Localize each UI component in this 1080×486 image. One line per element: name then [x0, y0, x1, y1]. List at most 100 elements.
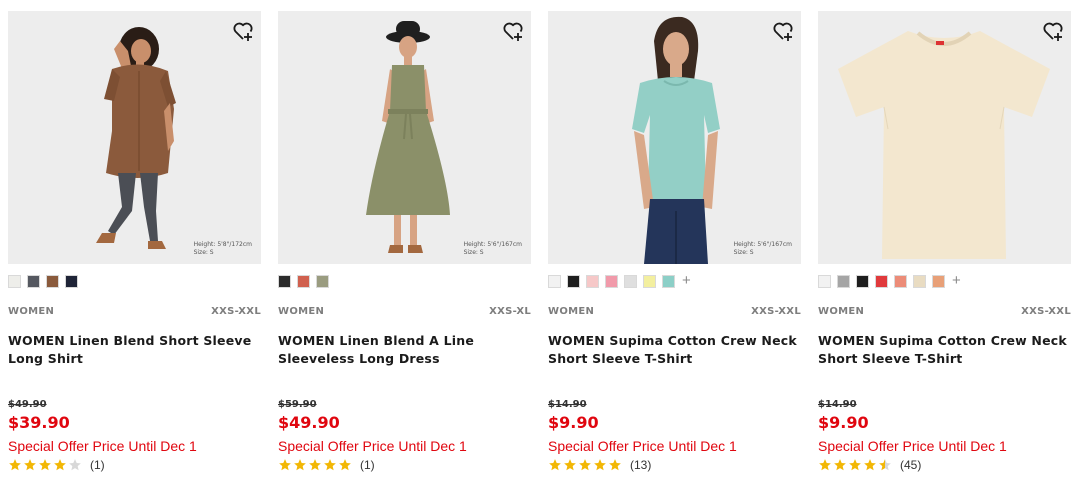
rating[interactable]: (13) [548, 457, 651, 473]
color-swatch[interactable] [894, 274, 907, 288]
special-offer-text: Special Offer Price Until Dec 1 [818, 438, 1007, 454]
model-photo-crew-tshirt [548, 11, 801, 264]
color-swatches: + [548, 273, 691, 288]
sale-price: $9.90 [548, 413, 599, 432]
special-offer-text: Special Offer Price Until Dec 1 [548, 438, 737, 454]
original-price: $59.90 [278, 399, 317, 410]
gender-label: WOMEN [548, 306, 595, 317]
product-title[interactable]: WOMEN Linen Blend Short Sleeve Long Shir… [8, 332, 261, 368]
special-offer-text: Special Offer Price Until Dec 1 [278, 438, 467, 454]
star-icon [279, 459, 291, 471]
color-swatch[interactable] [856, 274, 869, 288]
color-swatch[interactable] [548, 274, 561, 288]
more-colors-icon[interactable]: + [952, 273, 961, 288]
color-swatch[interactable] [643, 274, 656, 288]
star-rating [278, 458, 353, 472]
model-measurements: Height: 5'6"/167cm Size: S [464, 241, 522, 257]
color-swatch[interactable] [913, 274, 926, 288]
rating[interactable]: (1) [8, 457, 105, 473]
star-icon [9, 459, 21, 471]
special-offer-text: Special Offer Price Until Dec 1 [8, 438, 197, 454]
original-price: $49.90 [8, 399, 47, 410]
star-rating [8, 458, 83, 472]
product-card[interactable]: + WOMEN XXS-XXL WOMEN Supima Cotton Crew… [818, 11, 1071, 481]
size-range: XXS-XXL [211, 306, 261, 317]
color-swatch[interactable] [818, 274, 831, 288]
heart-plus-icon[interactable] [771, 19, 795, 43]
model-photo-linen-shirt [8, 11, 261, 264]
color-swatch[interactable] [27, 274, 40, 288]
color-swatch[interactable] [8, 274, 21, 288]
color-swatches [8, 274, 84, 288]
model-photo-linen-dress [278, 11, 531, 264]
color-swatch[interactable] [586, 274, 599, 288]
star-icon [324, 459, 336, 471]
color-swatch[interactable] [297, 274, 310, 288]
review-count: (1) [90, 458, 105, 472]
color-swatch[interactable] [567, 274, 580, 288]
product-image[interactable] [818, 11, 1071, 264]
star-icon [339, 459, 351, 471]
rating[interactable]: (45) [818, 457, 921, 473]
star-icon [819, 459, 831, 471]
star-icon [54, 459, 66, 471]
sale-price: $39.90 [8, 413, 70, 432]
color-swatch[interactable] [662, 274, 675, 288]
model-measurements: Height: 5'6"/167cm Size: S [734, 241, 792, 257]
model-height: Height: 5'6"/167cm [463, 241, 522, 248]
product-image[interactable]: Height: 5'6"/167cm Size: S [548, 11, 801, 264]
color-swatch[interactable] [624, 274, 637, 288]
more-colors-icon[interactable]: + [682, 273, 691, 288]
flat-photo-crew-tshirt [818, 11, 1071, 264]
star-icon [849, 459, 861, 471]
color-swatches: + [818, 273, 961, 288]
star-icon [594, 459, 606, 471]
product-card[interactable]: Height: 5'6"/167cm Size: S WOMEN XXS-XL … [278, 11, 531, 481]
star-icon [39, 459, 51, 471]
sale-price: $9.90 [818, 413, 869, 432]
color-swatch[interactable] [65, 274, 78, 288]
model-measurements: Height: 5'8"/172cm Size: S [194, 241, 252, 257]
star-icon [879, 459, 891, 471]
star-icon [579, 459, 591, 471]
color-swatches [278, 274, 335, 288]
star-icon [309, 459, 321, 471]
size-range: XXS-XXL [751, 306, 801, 317]
product-title[interactable]: WOMEN Supima Cotton Crew Neck Short Slee… [818, 332, 1071, 368]
product-grid: Height: 5'8"/172cm Size: S WOMEN XXS-XXL… [8, 11, 1072, 481]
color-swatch[interactable] [837, 274, 850, 288]
star-rating [548, 458, 623, 472]
star-icon [294, 459, 306, 471]
color-swatch[interactable] [932, 274, 945, 288]
product-title[interactable]: WOMEN Supima Cotton Crew Neck Short Slee… [548, 332, 801, 368]
heart-plus-icon[interactable] [231, 19, 255, 43]
product-image[interactable]: Height: 5'8"/172cm Size: S [8, 11, 261, 264]
product-title[interactable]: WOMEN Linen Blend A Line Sleeveless Long… [278, 332, 531, 368]
review-count: (45) [900, 458, 922, 472]
sale-price: $49.90 [278, 413, 340, 432]
product-image[interactable]: Height: 5'6"/167cm Size: S [278, 11, 531, 264]
model-size: Size: S [193, 249, 214, 256]
rating[interactable]: (1) [278, 457, 375, 473]
model-height: Height: 5'6"/167cm [733, 241, 792, 248]
review-count: (1) [360, 458, 375, 472]
color-swatch[interactable] [46, 274, 59, 288]
star-icon [609, 459, 621, 471]
star-rating [818, 458, 893, 472]
star-icon [69, 459, 81, 471]
product-card[interactable]: Height: 5'6"/167cm Size: S + WOMEN XXS-X… [548, 11, 801, 481]
color-swatch[interactable] [875, 274, 888, 288]
model-size: Size: S [463, 249, 484, 256]
gender-label: WOMEN [278, 306, 325, 317]
color-swatch[interactable] [278, 274, 291, 288]
gender-label: WOMEN [8, 306, 55, 317]
size-range: XXS-XXL [1021, 306, 1071, 317]
star-icon [24, 459, 36, 471]
product-card[interactable]: Height: 5'8"/172cm Size: S WOMEN XXS-XXL… [8, 11, 261, 481]
original-price: $14.90 [548, 399, 587, 410]
heart-plus-icon[interactable] [501, 19, 525, 43]
review-count: (13) [630, 458, 652, 472]
heart-plus-icon[interactable] [1041, 19, 1065, 43]
color-swatch[interactable] [316, 274, 329, 288]
color-swatch[interactable] [605, 274, 618, 288]
